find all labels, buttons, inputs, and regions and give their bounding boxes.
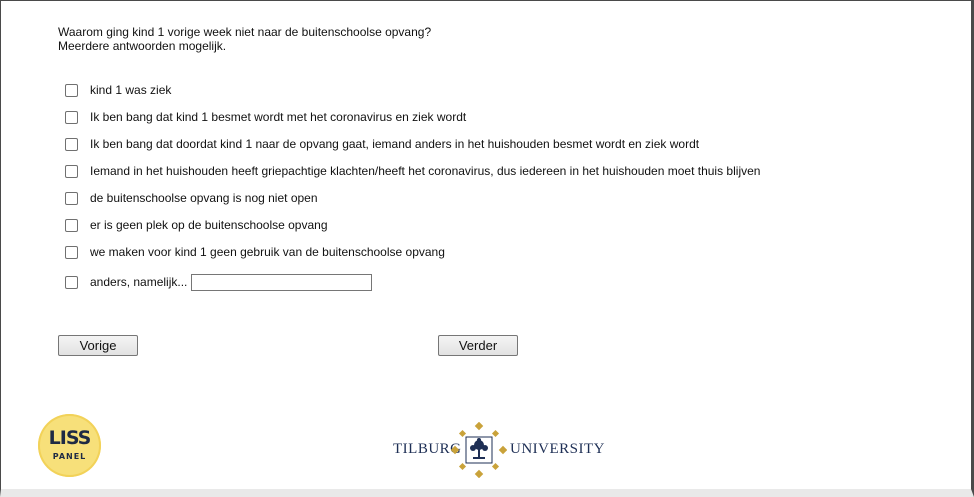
option-fear-child-infected[interactable]: Ik ben bang dat kind 1 besmet wordt met … [65, 109, 466, 125]
option-label: we maken voor kind 1 geen gebruik van de… [90, 245, 445, 259]
option-fear-household-infected[interactable]: Ik ben bang dat doordat kind 1 naar de o… [65, 136, 699, 152]
tilburg-logo-right: UNIVERSITY [510, 441, 605, 457]
option-child-sick[interactable]: kind 1 was ziek [65, 82, 171, 98]
checkbox[interactable] [65, 83, 78, 97]
other-text-input[interactable] [191, 273, 373, 291]
next-button[interactable]: Verder [438, 335, 518, 356]
checkbox[interactable] [65, 218, 78, 232]
liss-logo-sub: PANEL [52, 452, 87, 461]
option-label: Ik ben bang dat kind 1 besmet wordt met … [90, 110, 467, 124]
option-label: kind 1 was ziek [90, 83, 172, 97]
question-instruction: Meerdere antwoorden mogelijk. [58, 39, 227, 53]
option-label: er is geen plek op de buitenschoolse opv… [90, 218, 328, 232]
option-not-open[interactable]: de buitenschoolse opvang is nog niet ope… [65, 190, 318, 206]
survey-frame: Waarom ging kind 1 vorige week niet naar… [0, 0, 974, 497]
tilburg-emblem-icon [451, 422, 507, 478]
checkbox[interactable] [65, 191, 78, 205]
liss-panel-logo: LISS PANEL [38, 414, 101, 477]
checkbox[interactable] [65, 164, 78, 178]
option-not-used[interactable]: we maken voor kind 1 geen gebruik van de… [65, 244, 445, 260]
option-other[interactable]: anders, namelijk... [65, 272, 373, 292]
checkbox[interactable] [65, 110, 78, 124]
previous-button[interactable]: Vorige [58, 335, 138, 356]
option-label: Iemand in het huishouden heeft griepacht… [90, 164, 761, 178]
option-household-quarantine[interactable]: Iemand in het huishouden heeft griepacht… [65, 163, 760, 179]
liss-logo-word: LISS [48, 427, 92, 449]
option-label: anders, namelijk... [90, 275, 188, 289]
question-text: Waarom ging kind 1 vorige week niet naar… [58, 25, 431, 53]
checkbox[interactable] [65, 137, 78, 151]
option-no-place[interactable]: er is geen plek op de buitenschoolse opv… [65, 217, 328, 233]
checkbox[interactable] [65, 245, 78, 259]
question-title: Waarom ging kind 1 vorige week niet naar… [58, 25, 432, 39]
option-label: Ik ben bang dat doordat kind 1 naar de o… [90, 137, 700, 151]
checkbox[interactable] [65, 275, 78, 289]
tilburg-university-logo: TILBURG UNIVERSITY [393, 422, 605, 478]
option-label: de buitenschoolse opvang is nog niet ope… [90, 191, 318, 205]
